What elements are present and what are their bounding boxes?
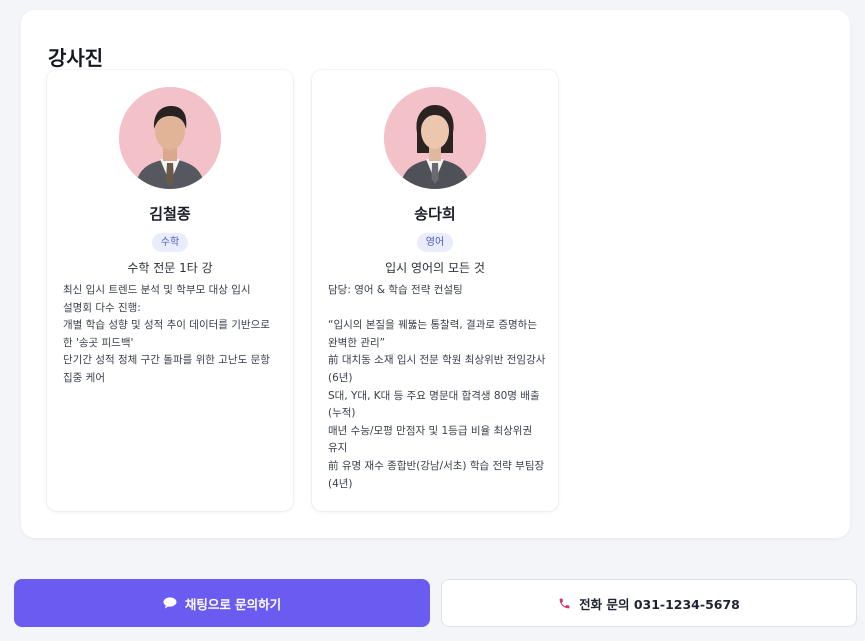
- instructor-tagline: 수학 전문 1타 강: [127, 261, 213, 275]
- description-line: 개별 학습 성향 및 성적 추이 데이터를 기반으로 한 '송곳 피드백': [63, 319, 270, 349]
- phone-inquiry-button[interactable]: 전화 문의 031-1234-5678: [441, 579, 857, 627]
- chat-bubble-icon: [163, 597, 177, 609]
- description-line: 前 유명 재수 종합반(강남/서초) 학습 전략 부팀장 (4년): [328, 459, 545, 490]
- description-line: 前 대치동 소재 입시 전문 학원 최상위반 전임강사 (6년): [328, 354, 546, 384]
- instructor-photo: [384, 87, 486, 189]
- chat-inquiry-button[interactable]: 채팅으로 문의하기: [14, 579, 430, 627]
- phone-inquiry-label: 전화 문의 031-1234-5678: [579, 596, 740, 612]
- description-line: 담당: 영어 & 학습 전략 컨설팅: [328, 284, 463, 296]
- instructor-description: 최신 입시 트렌드 분석 및 학부모 대상 입시 설명회 다수 진행: 개별 학…: [63, 282, 281, 388]
- instructor-name: 김철종: [149, 205, 191, 223]
- instructor-name: 송다희: [414, 205, 456, 223]
- instructor-card-1[interactable]: 김철종 수학 수학 전문 1타 강 최신 입시 트렌드 분석 및 학부모 대상 …: [47, 70, 293, 511]
- chat-inquiry-label: 채팅으로 문의하기: [184, 596, 282, 612]
- description-line: 최신 입시 트렌드 분석 및 학부모 대상 입시 설명회 다수 진행:: [63, 284, 251, 314]
- instructor-tagline: 입시 영어의 모든 것: [385, 261, 485, 275]
- description-line: 매년 수능/모평 만점자 및 1등급 비율 최상위권 유지: [328, 424, 533, 455]
- subject-badge: 수학: [151, 233, 189, 252]
- description-line: “입시의 본질을 꿰뚫는 통찰력, 결과로 증명하는 완벽한 관리”: [328, 319, 538, 349]
- subject-badge: 영어: [416, 233, 454, 252]
- instructor-photo: [119, 87, 221, 189]
- instructor-card-2[interactable]: 송다희 영어 입시 영어의 모든 것 담당: 영어 & 학습 전략 컨설팅 “입…: [312, 70, 558, 511]
- section-title: 강사진: [48, 46, 104, 70]
- description-line: S대, Y대, K대 등 주요 명문대 합격생 80명 배출 (누적): [328, 389, 540, 420]
- instructors-panel: 강사진 김철종 수학 수학 전문 1타 강 최신 입시 트렌드 분석 및 학부모…: [21, 10, 850, 538]
- phone-icon: [558, 597, 571, 610]
- description-line: 단기간 성적 정체 구간 돌파를 위한 고난도 문항 집중 케어: [63, 354, 270, 384]
- instructor-description: 담당: 영어 & 학습 전략 컨설팅 “입시의 본질을 꿰뚫는 통찰력, 결과로…: [328, 282, 546, 493]
- description-spacer: [328, 300, 546, 318]
